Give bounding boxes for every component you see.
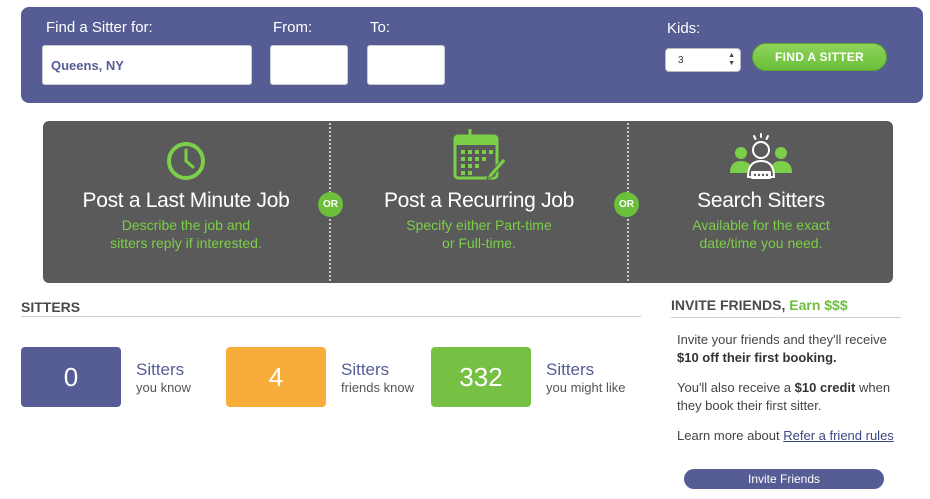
clock-icon	[167, 142, 205, 180]
stat-sublabel: you might like	[546, 380, 626, 395]
stat-label: Sitters	[341, 360, 390, 379]
option-description: Available for the exact date/time you ne…	[629, 216, 893, 252]
option-title: Post a Recurring Job	[383, 189, 575, 212]
search-bar: Find a Sitter for: Queens, NY From: To: …	[21, 7, 923, 103]
kids-value: 3	[678, 54, 684, 66]
rated-sitters-icon	[730, 133, 792, 179]
calendar-pencil-icon	[453, 129, 507, 180]
invite-p2-bold: $10 credit	[794, 380, 856, 395]
option-desc-line2: sitters reply if interested.	[110, 235, 262, 251]
option-desc-line2: or Full-time.	[442, 235, 516, 251]
sitters-friends-know-label[interactable]: Sitters friends know	[341, 361, 414, 397]
stat-label: Sitters	[136, 360, 185, 379]
invite-p1-bold: $10 off their first booking.	[677, 350, 837, 365]
sitters-might-like-label[interactable]: Sitters you might like	[546, 361, 625, 397]
sitters-divider	[21, 316, 641, 317]
kids-stepper[interactable]: 3 ▲ ▼	[665, 48, 741, 72]
option-description: Specify either Part-time or Full-time.	[331, 216, 627, 252]
post-last-minute-job-option[interactable]: Post a Last Minute Job Describe the job …	[43, 121, 329, 283]
find-sitter-label: Find a Sitter for:	[46, 19, 153, 36]
option-desc-line1: Describe the job and	[121, 217, 251, 233]
stat-sublabel: you know	[136, 380, 191, 395]
to-label: To:	[370, 19, 391, 36]
invite-friends-title: INVITE FRIENDS, Earn $$$	[671, 297, 848, 313]
invite-title-text: INVITE FRIENDS,	[671, 297, 786, 313]
invite-paragraph-1: Invite your friends and they'll receive …	[677, 331, 917, 367]
invite-p3-text: Learn more about	[677, 428, 780, 443]
option-title: Post a Last Minute Job	[82, 189, 290, 212]
option-description: Describe the job and sitters reply if in…	[43, 216, 329, 252]
sitters-you-know-count[interactable]: 0	[21, 347, 121, 407]
stepper-down-icon[interactable]: ▼	[728, 60, 735, 68]
option-desc-line1: Specify either Part-time	[406, 217, 552, 233]
invite-divider	[671, 317, 901, 318]
find-sitter-button[interactable]: FIND A SITTER	[752, 43, 887, 71]
search-sitters-option[interactable]: Search Sitters Available for the exact d…	[629, 121, 893, 283]
action-panel: Post a Last Minute Job Describe the job …	[43, 121, 893, 283]
invite-p1-text: Invite your friends and they'll receive	[677, 332, 887, 347]
location-input[interactable]: Queens, NY	[42, 45, 252, 85]
stat-label: Sitters	[546, 360, 595, 379]
stepper-up-icon[interactable]: ▲	[728, 52, 735, 60]
invite-paragraph-3: Learn more about Refer a friend rules	[677, 427, 917, 445]
option-desc-line1: Available for the exact	[692, 217, 830, 233]
invite-paragraph-2: You'll also receive a $10 credit when th…	[677, 379, 917, 415]
earn-text: Earn $$$	[789, 297, 848, 313]
kids-label: Kids:	[667, 20, 701, 37]
from-date-input[interactable]	[270, 45, 348, 85]
invite-p2-text1: You'll also receive a	[677, 380, 792, 395]
from-label: From:	[273, 19, 313, 36]
sitters-section-title: SITTERS	[21, 299, 81, 315]
option-desc-line2: date/time you need.	[699, 235, 823, 251]
stat-sublabel: friends know	[341, 380, 414, 395]
invite-friends-button[interactable]: Invite Friends	[684, 469, 884, 489]
post-recurring-job-option[interactable]: Post a Recurring Job Specify either Part…	[331, 121, 627, 283]
sitters-friends-know-count[interactable]: 4	[226, 347, 326, 407]
sitters-might-like-count[interactable]: 332	[431, 347, 531, 407]
refer-friend-rules-link[interactable]: Refer a friend rules	[783, 428, 894, 443]
sitters-you-know-label[interactable]: Sitters you know	[136, 361, 191, 397]
to-date-input[interactable]	[367, 45, 445, 85]
option-title: Search Sitters	[697, 189, 825, 212]
